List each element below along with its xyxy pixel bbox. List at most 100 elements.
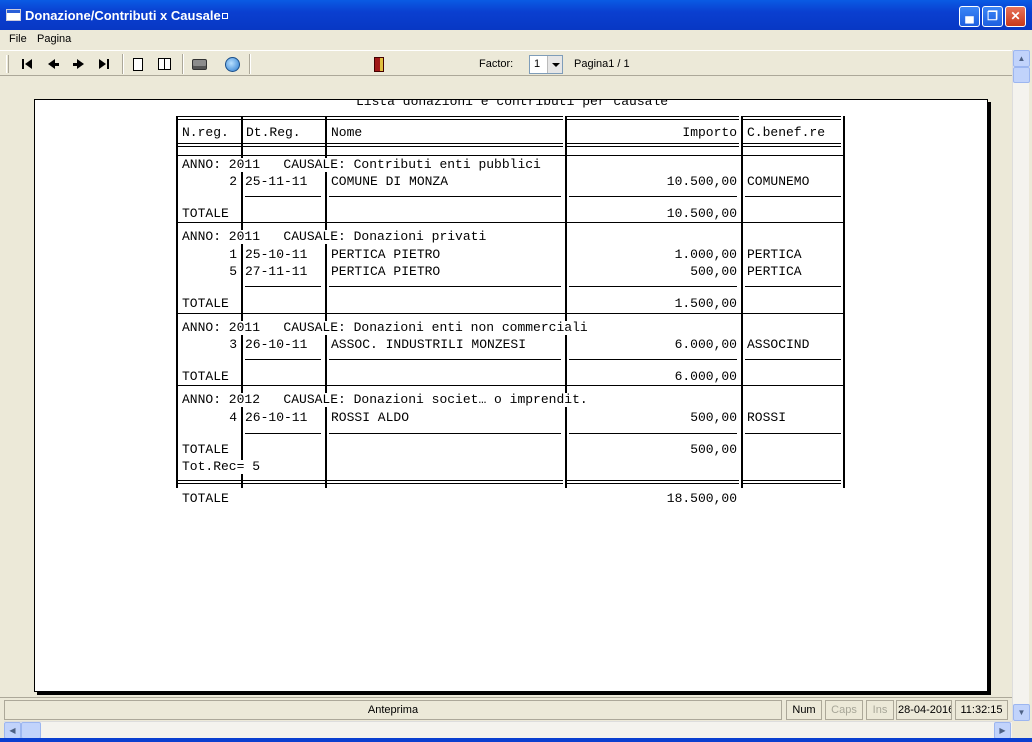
single-page-icon[interactable] — [128, 54, 148, 74]
header-cbenef: C.benef.re — [747, 125, 826, 140]
close-button[interactable]: ✕ — [1005, 6, 1026, 27]
subtotal-rule — [745, 359, 841, 360]
status-main: Anteprima — [4, 700, 782, 720]
row-importo: 500,00 — [690, 264, 737, 279]
subtotal-rule — [329, 286, 561, 287]
header-rule — [177, 116, 243, 120]
previous-page-icon[interactable] — [43, 54, 63, 74]
header-bottom-rule — [177, 155, 845, 156]
status-num: Num — [786, 700, 822, 720]
report-title: Lista donazioni e contributi per causale — [355, 99, 669, 109]
page-indicator: Pagina1 / 1 — [574, 58, 630, 70]
minimize-button[interactable]: ▄ — [959, 6, 980, 27]
status-bar: Anteprima Num Caps Ins 28-04-2016 11:32:… — [0, 697, 1012, 721]
header-nome: Nome — [331, 125, 363, 140]
row-dtreg: 27-11-11 — [245, 264, 308, 279]
subtotal-rule — [569, 359, 737, 360]
totale-label: TOTALE — [182, 296, 229, 311]
status-ins: Ins — [866, 700, 894, 720]
footer-rule — [567, 480, 739, 484]
toolbar-separator — [182, 54, 184, 74]
scroll-left-icon[interactable]: ◀ — [4, 722, 21, 739]
group-heading: ANNO: 2011 CAUSALE: Donazioni privati — [182, 229, 489, 244]
header-nreg: N.reg. — [182, 125, 229, 140]
restore-button[interactable]: ❐ — [982, 6, 1003, 27]
subtotal-rule — [245, 359, 321, 360]
chevron-down-icon[interactable] — [547, 56, 562, 73]
row-nome: PERTICA PIETRO — [331, 264, 441, 279]
last-page-icon[interactable] — [94, 54, 114, 74]
subtotal-rule — [745, 196, 841, 197]
group-separator — [177, 313, 845, 314]
totale-value: 500,00 — [690, 442, 737, 457]
title-bar: Donazione/Contributi x Causale ▄ ❐ ✕ — [0, 0, 1032, 30]
print-icon[interactable] — [189, 54, 209, 74]
report: Lista donazioni e contributi per causale… — [35, 99, 987, 691]
row-dtreg: 25-10-11 — [245, 247, 308, 262]
row-nreg: 3 — [229, 337, 237, 352]
next-page-icon[interactable] — [68, 54, 88, 74]
grand-total-value: 18.500,00 — [666, 491, 737, 506]
factor-select[interactable]: 1 — [529, 55, 563, 74]
row-nome: COMUNE DI MONZA — [331, 174, 449, 189]
scroll-down-icon[interactable]: ▼ — [1013, 704, 1030, 721]
vertical-scroll-thumb[interactable] — [1013, 67, 1030, 83]
scroll-right-icon[interactable]: ▶ — [994, 722, 1011, 739]
scroll-up-icon[interactable]: ▲ — [1013, 50, 1030, 67]
row-benef: PERTICA — [747, 264, 802, 279]
footer-rule — [177, 480, 243, 484]
subtotal-rule — [569, 196, 737, 197]
column-divider — [176, 116, 178, 488]
toolbar: Factor: 1 Pagina1 / 1 — [0, 50, 1012, 76]
totale-value: 1.500,00 — [674, 296, 737, 311]
vertical-scrollbar[interactable]: ▲ ▼ — [1012, 50, 1030, 721]
group-separator — [177, 222, 845, 223]
subtotal-rule — [329, 196, 561, 197]
status-time: 11:32:15 — [955, 700, 1008, 720]
horizontal-scrollbar[interactable]: ◀ ▶ — [4, 721, 1012, 739]
factor-label: Factor: — [479, 58, 514, 70]
subtotal-rule — [245, 286, 321, 287]
header-rule — [327, 116, 563, 120]
footer-rule — [327, 480, 563, 484]
header-rule — [327, 143, 563, 147]
row-benef: PERTICA — [747, 247, 802, 262]
export-icon[interactable] — [222, 54, 242, 74]
horizontal-scroll-thumb[interactable] — [21, 722, 41, 739]
grand-total-label: TOTALE — [182, 491, 229, 506]
subtotal-rule — [329, 359, 561, 360]
menu-file[interactable]: File — [9, 33, 27, 45]
first-page-icon[interactable] — [17, 54, 37, 74]
header-dtreg: Dt.Reg. — [246, 125, 301, 140]
subtotal-rule — [569, 286, 737, 287]
row-benef: ASSOCIND — [747, 337, 810, 352]
subtotal-rule — [329, 433, 561, 434]
header-rule — [177, 143, 243, 147]
header-rule — [567, 116, 739, 120]
menu-pagina[interactable]: Pagina — [37, 33, 71, 45]
exit-door-icon[interactable] — [369, 54, 389, 74]
footer-rule — [743, 480, 841, 484]
header-rule — [743, 116, 841, 120]
group-heading: ANNO: 2011 CAUSALE: Contributi enti pubb… — [182, 157, 543, 172]
header-rule — [743, 143, 841, 147]
row-benef: COMUNEMO — [747, 174, 810, 189]
window-bottom-border — [0, 738, 1032, 742]
row-nreg: 5 — [229, 264, 237, 279]
subtotal-rule — [245, 433, 321, 434]
row-nome: ASSOC. INDUSTRILI MONZESI — [331, 337, 527, 352]
totale-label: TOTALE — [182, 442, 229, 457]
report-page: Lista donazioni e contributi per causale… — [34, 99, 988, 692]
preview-area: Lista donazioni e contributi per causale… — [4, 77, 1012, 696]
row-dtreg: 25-11-11 — [245, 174, 308, 189]
window-title: Donazione/Contributi x Causale — [25, 8, 221, 23]
subtotal-rule — [245, 196, 321, 197]
row-nome: ROSSI ALDO — [331, 410, 410, 425]
factor-value: 1 — [534, 58, 541, 70]
subtotal-rule — [745, 433, 841, 434]
subtotal-rule — [569, 433, 737, 434]
two-pages-icon[interactable] — [154, 54, 174, 74]
totale-value: 6.000,00 — [674, 369, 737, 384]
group-separator — [177, 385, 845, 386]
group-heading: ANNO: 2011 CAUSALE: Donazioni enti non c… — [182, 320, 590, 335]
